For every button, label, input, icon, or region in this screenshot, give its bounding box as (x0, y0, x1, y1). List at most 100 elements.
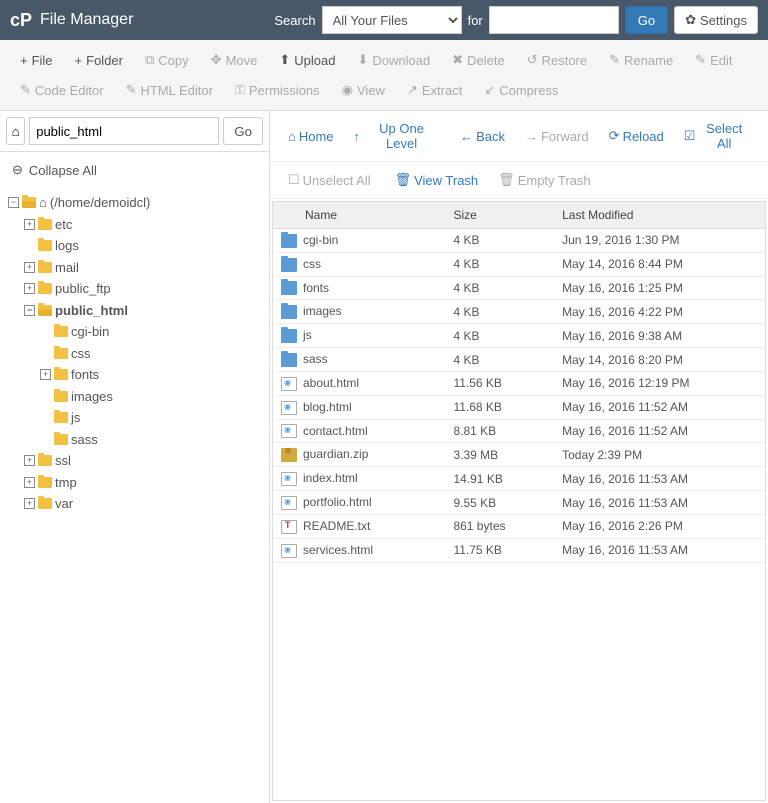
nav-up-button[interactable]: ↑Up One Level (346, 117, 449, 155)
folder-icon (54, 326, 68, 337)
download-button[interactable]: ⬇Download (347, 46, 440, 74)
html-icon: ✎ (126, 82, 137, 98)
upload-button[interactable]: ⬆Upload (269, 46, 345, 74)
rename-button[interactable]: ✎Rename (599, 46, 683, 74)
nav-reload-button[interactable]: ⟳Reload (601, 124, 672, 148)
tree-node-mail[interactable]: +mail (24, 257, 261, 279)
new-file-button[interactable]: +File (10, 46, 63, 74)
tree-node-etc[interactable]: +etc (24, 214, 261, 236)
tree-node-fonts[interactable]: +fonts (40, 364, 261, 386)
tree-node-js[interactable]: js (40, 407, 261, 429)
home-icon: ⌂ (12, 124, 20, 139)
table-row[interactable]: contact.html8.81 KBMay 16, 2016 11:52 AM… (273, 419, 766, 443)
extract-button[interactable]: ↗Extract (397, 76, 472, 104)
file-modified: May 16, 2016 11:52 AM (554, 395, 766, 419)
table-row[interactable]: sass4 KBMay 14, 2016 8:20 PMhttpd/unix-d (273, 348, 766, 372)
tree-node-images[interactable]: images (40, 386, 261, 408)
new-folder-button[interactable]: +Folder (65, 46, 133, 74)
table-row[interactable]: js4 KBMay 16, 2016 9:38 AMhttpd/unix-d (273, 324, 766, 348)
tree-toggle-icon[interactable]: + (24, 498, 35, 509)
tree-toggle-icon[interactable]: − (8, 197, 19, 208)
zip-icon (281, 448, 297, 462)
nav-empty-trash-button[interactable]: 🗑Empty Trash (490, 168, 598, 192)
tree-node-cgi-bin[interactable]: cgi-bin (40, 321, 261, 343)
tree-node-css[interactable]: css (40, 343, 261, 365)
tree-node-logs[interactable]: logs (24, 235, 261, 257)
tree-node-tmp[interactable]: +tmp (24, 472, 261, 494)
path-home-button[interactable]: ⌂ (6, 117, 25, 145)
table-row[interactable]: portfolio.html9.55 KBMay 16, 2016 11:53 … (273, 491, 766, 515)
html-editor-button[interactable]: ✎HTML Editor (116, 76, 223, 104)
col-size[interactable]: Size (445, 202, 554, 229)
file-size: 3.39 MB (445, 443, 554, 467)
copy-button[interactable]: ⧉Copy (135, 46, 199, 74)
tree-toggle-icon[interactable]: + (24, 262, 35, 273)
folder-icon (281, 234, 297, 248)
collapse-all-button[interactable]: ⊖ Collapse All (0, 152, 269, 188)
folder-tree: − ⌂ (/home/demoidcl) +etc logs +mail +pu… (0, 188, 269, 525)
nav-unselect-all-button[interactable]: ☐Unselect All (280, 168, 379, 192)
search-go-button[interactable]: Go (625, 6, 668, 34)
toolbar-primary: +File +Folder ⧉Copy ✥Move ⬆Upload ⬇Downl… (0, 40, 768, 111)
tree-toggle-icon[interactable]: + (24, 477, 35, 488)
permissions-button[interactable]: ⚿Permissions (225, 76, 330, 104)
tree-spacer (40, 434, 51, 445)
settings-label: Settings (700, 13, 747, 28)
tree-toggle-icon[interactable]: + (24, 283, 35, 294)
table-row[interactable]: blog.html11.68 KBMay 16, 2016 11:52 AMte… (273, 395, 766, 419)
nav-view-trash-button[interactable]: 🗑View Trash (387, 168, 487, 192)
sidebar: ⌂ Go ⊖ Collapse All − ⌂ (/home/demoidcl)… (0, 111, 270, 803)
file-name: services.html (303, 543, 373, 557)
path-go-button[interactable]: Go (223, 117, 263, 145)
table-row[interactable]: services.html11.75 KBMay 16, 2016 11:53 … (273, 538, 766, 562)
col-name[interactable]: Name (273, 202, 445, 229)
path-input[interactable] (29, 117, 219, 145)
search-label: Search (274, 13, 315, 28)
table-row[interactable]: guardian.zip3.39 MBToday 2:39 PMpackage/… (273, 443, 766, 467)
for-label: for (468, 13, 483, 28)
upload-icon: ⬆ (279, 52, 290, 68)
tree-root[interactable]: − ⌂ (/home/demoidcl) (8, 192, 261, 214)
search-scope-select[interactable]: All Your Files (322, 6, 462, 34)
table-row[interactable]: fonts4 KBMay 16, 2016 1:25 PMhttpd/unix-… (273, 276, 766, 300)
search-input[interactable] (489, 6, 619, 34)
file-size: 861 bytes (445, 514, 554, 538)
file-modified: May 14, 2016 8:20 PM (554, 348, 766, 372)
file-name: contact.html (303, 424, 368, 438)
file-name: sass (303, 352, 328, 366)
tree-node-public-ftp[interactable]: +public_ftp (24, 278, 261, 300)
edit-button[interactable]: ✎Edit (685, 46, 742, 74)
nav-select-all-button[interactable]: ☑Select All (676, 117, 758, 155)
path-bar: ⌂ Go (0, 111, 269, 152)
tree-node-sass[interactable]: sass (40, 429, 261, 451)
settings-button[interactable]: ✿ Settings (674, 6, 758, 34)
tree-toggle-icon[interactable]: + (24, 455, 35, 466)
delete-button[interactable]: ✖Delete (442, 46, 514, 74)
folder-icon (54, 369, 68, 380)
table-row[interactable]: css4 KBMay 14, 2016 8:44 PMhttpd/unix-d (273, 252, 766, 276)
nav-home-button[interactable]: ⌂Home (280, 125, 342, 148)
content-area: ⌂Home ↑Up One Level ←Back →Forward ⟳Relo… (270, 111, 768, 803)
tree-node-var[interactable]: +var (24, 493, 261, 515)
code-editor-button[interactable]: ✎Code Editor (10, 76, 114, 104)
col-modified[interactable]: Last Modified (554, 202, 766, 229)
tree-node-public-html[interactable]: −public_html (24, 300, 261, 322)
tree-toggle-icon[interactable]: + (24, 219, 35, 230)
folder-icon (54, 348, 68, 359)
tree-toggle-icon[interactable]: + (40, 369, 51, 380)
tree-node-ssl[interactable]: +ssl (24, 450, 261, 472)
compress-button[interactable]: ↙Compress (474, 76, 568, 104)
table-row[interactable]: index.html14.91 KBMay 16, 2016 11:53 AMt… (273, 467, 766, 491)
nav-forward-button[interactable]: →Forward (517, 125, 597, 148)
view-button[interactable]: ◉View (332, 76, 395, 104)
table-row[interactable]: images4 KBMay 16, 2016 4:22 PMhttpd/unix… (273, 300, 766, 324)
table-row[interactable]: cgi-bin4 KBJun 19, 2016 1:30 PMhttpd/uni… (273, 229, 766, 253)
nav-back-button[interactable]: ←Back (452, 125, 513, 148)
restore-button[interactable]: ↺Restore (517, 46, 597, 74)
table-header-row: Name Size Last Modified Type (273, 202, 766, 229)
table-row[interactable]: README.txt861 bytesMay 16, 2016 2:26 PMt… (273, 514, 766, 538)
move-button[interactable]: ✥Move (201, 46, 268, 74)
tree-toggle-icon[interactable]: − (24, 305, 35, 316)
table-row[interactable]: about.html11.56 KBMay 16, 2016 12:19 PMt… (273, 371, 766, 395)
file-modified: May 16, 2016 11:53 AM (554, 538, 766, 562)
